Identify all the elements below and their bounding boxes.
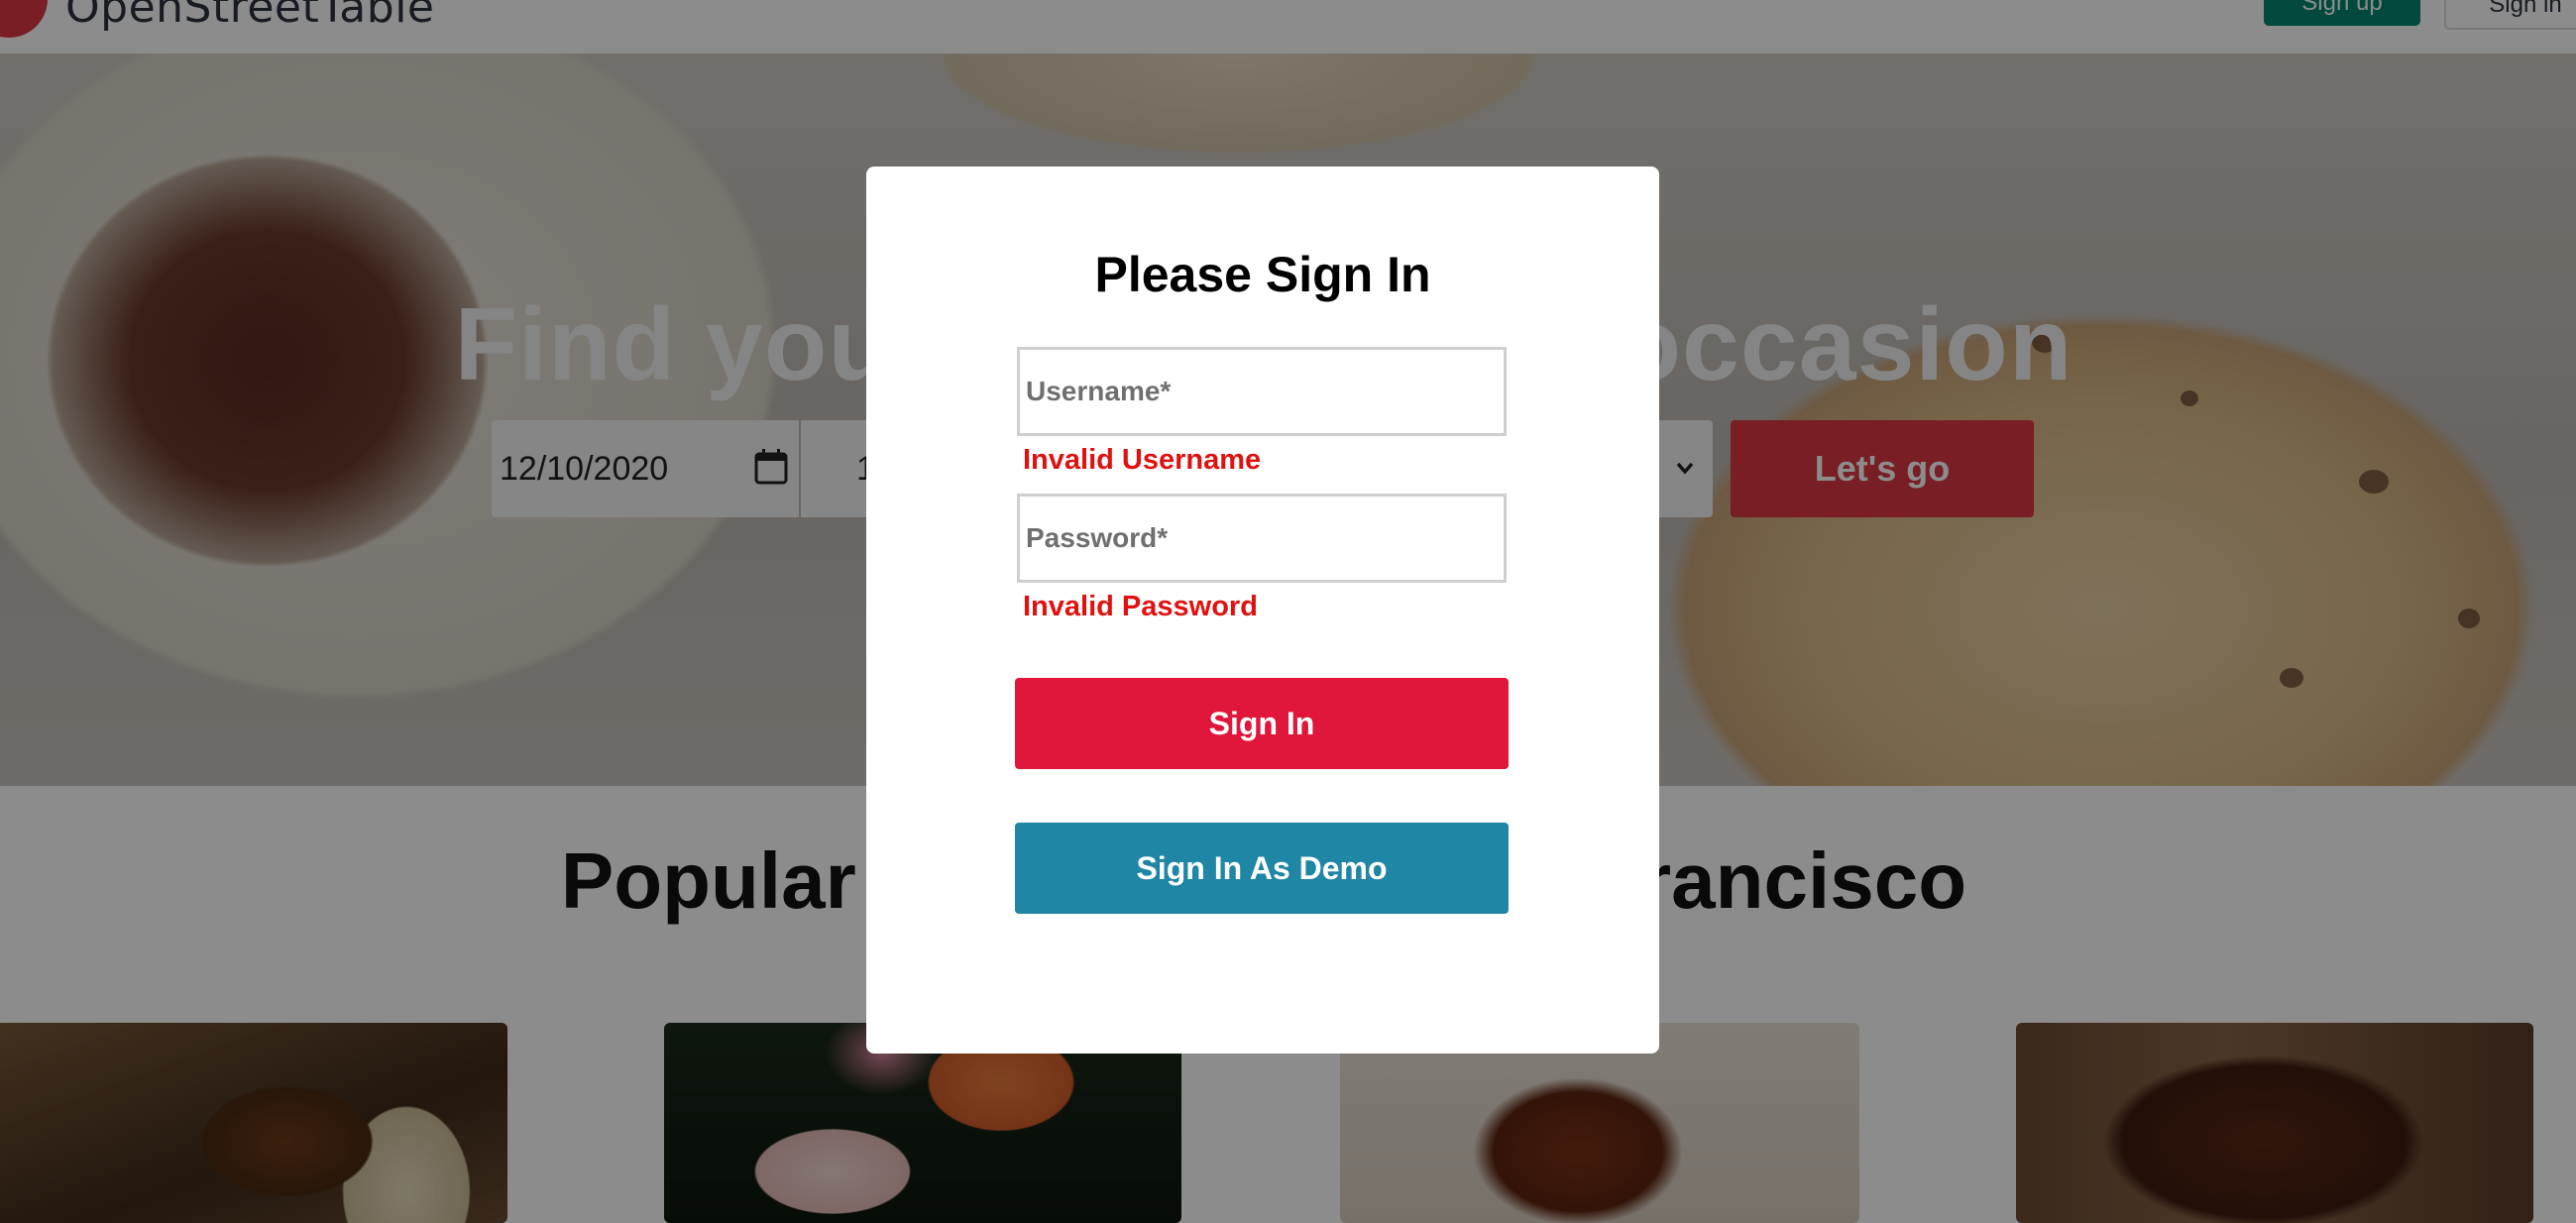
username-input[interactable]	[1017, 347, 1507, 436]
modal-title: Please Sign In	[1094, 247, 1431, 302]
password-input[interactable]	[1017, 494, 1507, 583]
username-error: Invalid Username	[1023, 444, 1262, 476]
password-error: Invalid Password	[1023, 591, 1258, 622]
demo-signin-button[interactable]: Sign In As Demo	[1015, 823, 1509, 914]
signin-button[interactable]: Sign In	[1015, 678, 1509, 769]
signin-modal: Please Sign In Invalid Username Invalid …	[866, 167, 1659, 1054]
